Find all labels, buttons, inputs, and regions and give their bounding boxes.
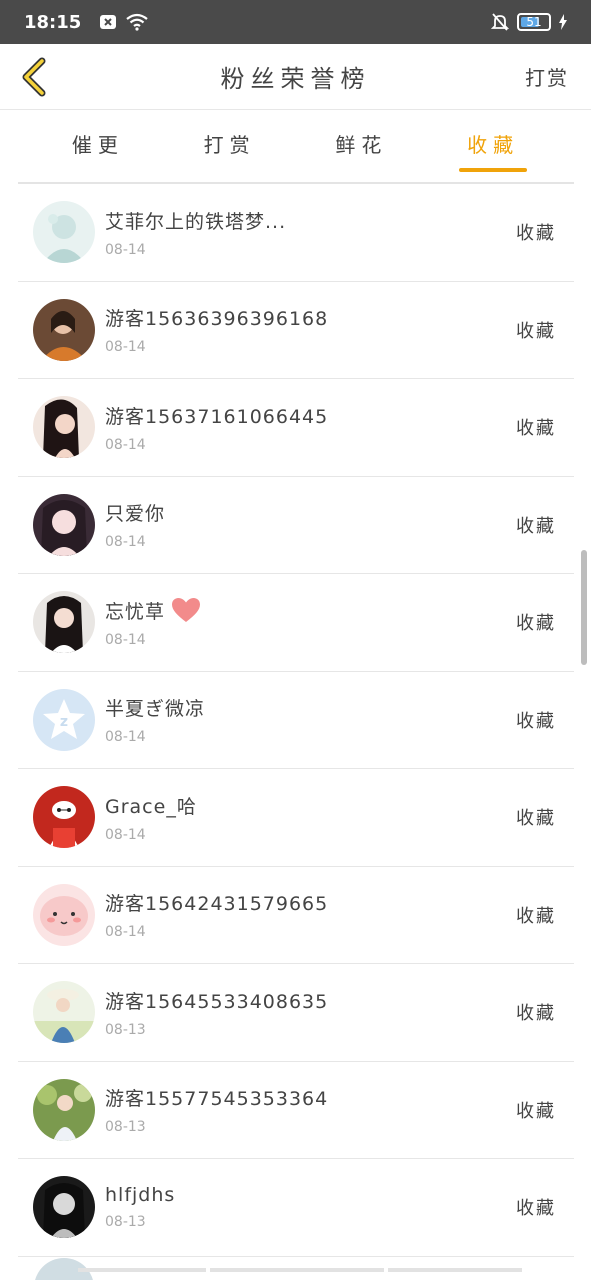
item-date: 08-14 (105, 436, 146, 453)
action-label: 收藏 (516, 613, 556, 635)
list-item[interactable]: 游客15577545353364 08-13 收藏 (18, 1062, 574, 1159)
list-item[interactable]: 游客15645533408635 08-13 收藏 (18, 964, 574, 1062)
item-date: 08-13 (105, 1119, 146, 1136)
user-name-text: 忘忧草 (105, 600, 166, 623)
tab-bar: 催更 打赏 鲜花 收藏 (0, 110, 591, 176)
charging-icon (559, 14, 567, 30)
action-label: 收藏 (516, 1198, 556, 1220)
fan-list: 艾菲尔上的铁塔梦... 08-14 收藏 游客15636396396168 08… (18, 182, 574, 1280)
action-label: 收藏 (516, 515, 556, 537)
avatar (33, 493, 95, 556)
list-item[interactable]: 游客15636396396168 08-14 收藏 (18, 282, 574, 379)
user-name: 艾菲尔上的铁塔梦... (105, 210, 287, 233)
item-date: 08-14 (105, 534, 146, 551)
item-date: 08-14 (105, 631, 146, 648)
item-date: 08-14 (105, 826, 146, 843)
reward-button[interactable]: 打赏 (525, 62, 569, 91)
avatar (33, 981, 95, 1044)
user-name: 游客15577545353364 (105, 1088, 329, 1111)
status-time: 18:15 (24, 11, 82, 33)
action-label: 收藏 (516, 905, 556, 927)
status-left: 18:15 (24, 12, 149, 33)
user-name: 游客15636396396168 (105, 308, 329, 331)
avatar (33, 786, 95, 849)
action-label: 收藏 (516, 1003, 556, 1025)
user-name: 只爱你 (105, 503, 166, 526)
nav-bar: 粉丝荣誉榜 打赏 (0, 44, 591, 110)
action-label: 收藏 (516, 418, 556, 440)
item-date: 08-14 (105, 729, 146, 746)
user-name: 游客15642431579665 (105, 893, 329, 916)
wifi-icon (125, 13, 149, 31)
avatar (33, 201, 95, 264)
status-bar: 18:15 51 (0, 0, 591, 44)
status-right: 51 (491, 12, 567, 32)
list-item[interactable]: 只爱你 08-14 收藏 (18, 477, 574, 574)
action-label: 收藏 (516, 223, 556, 245)
item-date: 08-13 (105, 1021, 146, 1038)
item-date: 08-14 (105, 924, 146, 941)
user-name: Grace_哈 (105, 795, 197, 818)
avatar: z (33, 688, 95, 751)
user-name: 忘忧草 (105, 597, 201, 624)
user-name: 半夏ぎ微凉 (105, 698, 206, 721)
svg-text:z: z (60, 714, 68, 730)
list-item[interactable]: z 半夏ぎ微凉 08-14 收藏 (18, 672, 574, 769)
battery-indicator: 51 (517, 13, 551, 31)
avatar (33, 298, 95, 361)
scrollbar[interactable] (581, 550, 587, 665)
tab-reward[interactable]: 打赏 (196, 110, 264, 176)
tab-urge[interactable]: 催更 (64, 110, 132, 176)
list-item[interactable]: 艾菲尔上的铁塔梦... 08-14 收藏 (18, 184, 574, 282)
item-date: 08-14 (105, 339, 146, 356)
list-item[interactable]: 游客15637161066445 08-14 收藏 (18, 379, 574, 477)
item-date: 08-14 (105, 241, 146, 258)
list-item[interactable]: Grace_哈 08-14 收藏 (18, 769, 574, 867)
avatar (33, 883, 95, 946)
action-label: 收藏 (516, 320, 556, 342)
avatar (33, 591, 95, 654)
list-item[interactable]: 游客15642431579665 08-14 收藏 (18, 867, 574, 964)
avatar (33, 396, 95, 459)
avatar (33, 1176, 95, 1239)
avatar (33, 1078, 95, 1141)
heart-icon (171, 597, 201, 623)
action-label: 收藏 (516, 1100, 556, 1122)
user-name: 游客15637161066445 (105, 405, 329, 428)
tab-favorites[interactable]: 收藏 (459, 110, 528, 176)
close-box-icon (99, 14, 117, 30)
item-date: 08-13 (105, 1214, 146, 1231)
list-item[interactable]: hlfjdhs 08-13 收藏 (18, 1159, 574, 1257)
user-name: hlfjdhs (105, 1184, 176, 1207)
tab-flowers[interactable]: 鲜花 (327, 110, 395, 176)
partial-list-item[interactable] (18, 1258, 574, 1280)
action-label: 收藏 (516, 710, 556, 732)
mute-bell-icon (491, 12, 509, 32)
page-title: 粉丝荣誉榜 (220, 65, 371, 93)
list-item[interactable]: 忘忧草 08-14 收藏 (18, 574, 574, 672)
battery-level: 51 (526, 15, 542, 29)
user-name: 游客15645533408635 (105, 990, 329, 1013)
action-label: 收藏 (516, 808, 556, 830)
